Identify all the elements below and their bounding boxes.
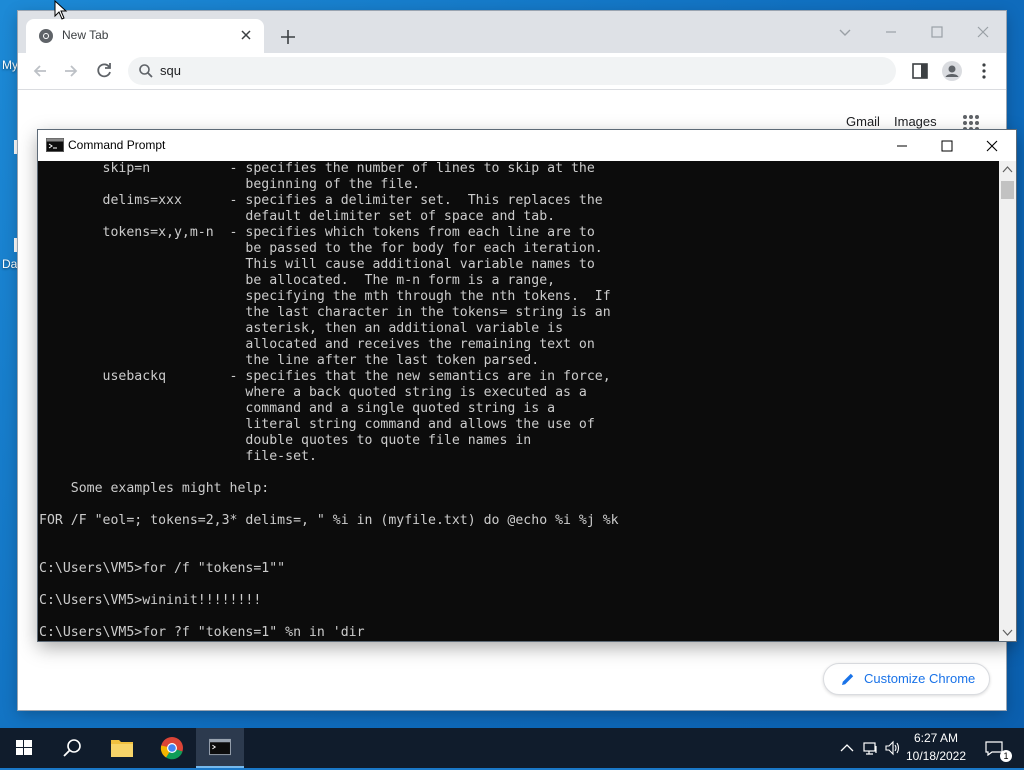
cmd-app-icon (46, 138, 64, 152)
customize-chrome-button[interactable]: Customize Chrome (823, 663, 990, 695)
chrome-close-icon[interactable] (970, 19, 996, 45)
chrome-maximize-icon[interactable] (924, 19, 950, 45)
clock-time[interactable]: 6:27 AM (904, 731, 968, 745)
images-link[interactable]: Images (894, 114, 937, 129)
tab-new-tab[interactable]: New Tab (26, 19, 264, 53)
search-icon (139, 64, 153, 78)
cmd-taskbar-icon (209, 738, 231, 756)
cmd-minimize-icon[interactable] (880, 133, 924, 159)
reload-icon[interactable] (92, 59, 116, 83)
scrollbar-thumb[interactable] (1001, 181, 1014, 199)
network-icon[interactable] (862, 740, 880, 756)
tab-title: New Tab (62, 28, 109, 42)
console-output[interactable]: skip=n - specifies the number of lines t… (38, 161, 999, 641)
command-prompt-window: Command Prompt skip=n - specifies the nu… (38, 130, 1016, 641)
chrome-tab-strip: New Tab (18, 11, 1006, 53)
tab-close-icon[interactable] (236, 25, 256, 45)
address-bar[interactable]: squ (128, 57, 896, 85)
clock-date[interactable]: 10/18/2022 (904, 749, 968, 763)
cmd-title-bar[interactable]: Command Prompt (38, 130, 1016, 161)
start-windows-icon[interactable] (0, 728, 48, 768)
chrome-taskbar-icon[interactable] (148, 728, 196, 768)
search-taskbar-icon[interactable] (48, 728, 96, 768)
gmail-link[interactable]: Gmail (846, 114, 880, 129)
show-hidden-icons-chevron-icon[interactable] (838, 740, 856, 756)
chrome-favicon-icon (39, 29, 53, 43)
back-arrow-icon[interactable] (28, 59, 52, 83)
new-tab-plus-icon[interactable] (276, 25, 300, 49)
file-explorer-icon[interactable] (98, 728, 146, 768)
chrome-minimize-icon[interactable] (878, 19, 904, 45)
tab-search-chevron-icon[interactable] (832, 19, 858, 45)
console-scrollbar[interactable] (999, 161, 1016, 641)
cmd-taskbar-button[interactable] (196, 728, 244, 768)
forward-arrow-icon[interactable] (59, 59, 83, 83)
cmd-window-title: Command Prompt (68, 138, 166, 152)
profile-avatar-icon[interactable] (940, 59, 964, 83)
side-panel-icon[interactable] (908, 59, 932, 83)
scroll-up-arrow-icon[interactable] (1002, 165, 1013, 175)
console-text: skip=n - specifies the number of lines t… (39, 161, 619, 640)
desktop-icon-label-1[interactable]: My (2, 58, 18, 72)
chrome-toolbar: squ (18, 53, 1006, 90)
desktop-icon-label-2[interactable]: Da (2, 257, 17, 271)
cmd-maximize-icon[interactable] (925, 133, 969, 159)
notification-count-badge: 1 (1000, 750, 1012, 762)
scroll-down-arrow-icon[interactable] (1002, 627, 1013, 637)
cmd-close-icon[interactable] (970, 133, 1014, 159)
volume-icon[interactable] (884, 740, 902, 756)
taskbar: 6:27 AM 10/18/2022 1 (0, 728, 1024, 768)
mouse-cursor-icon (54, 0, 68, 20)
chrome-menu-kebab-icon[interactable] (972, 59, 996, 83)
address-bar-text[interactable]: squ (160, 63, 181, 78)
pencil-icon (842, 673, 854, 685)
customize-chrome-label: Customize Chrome (864, 671, 976, 686)
